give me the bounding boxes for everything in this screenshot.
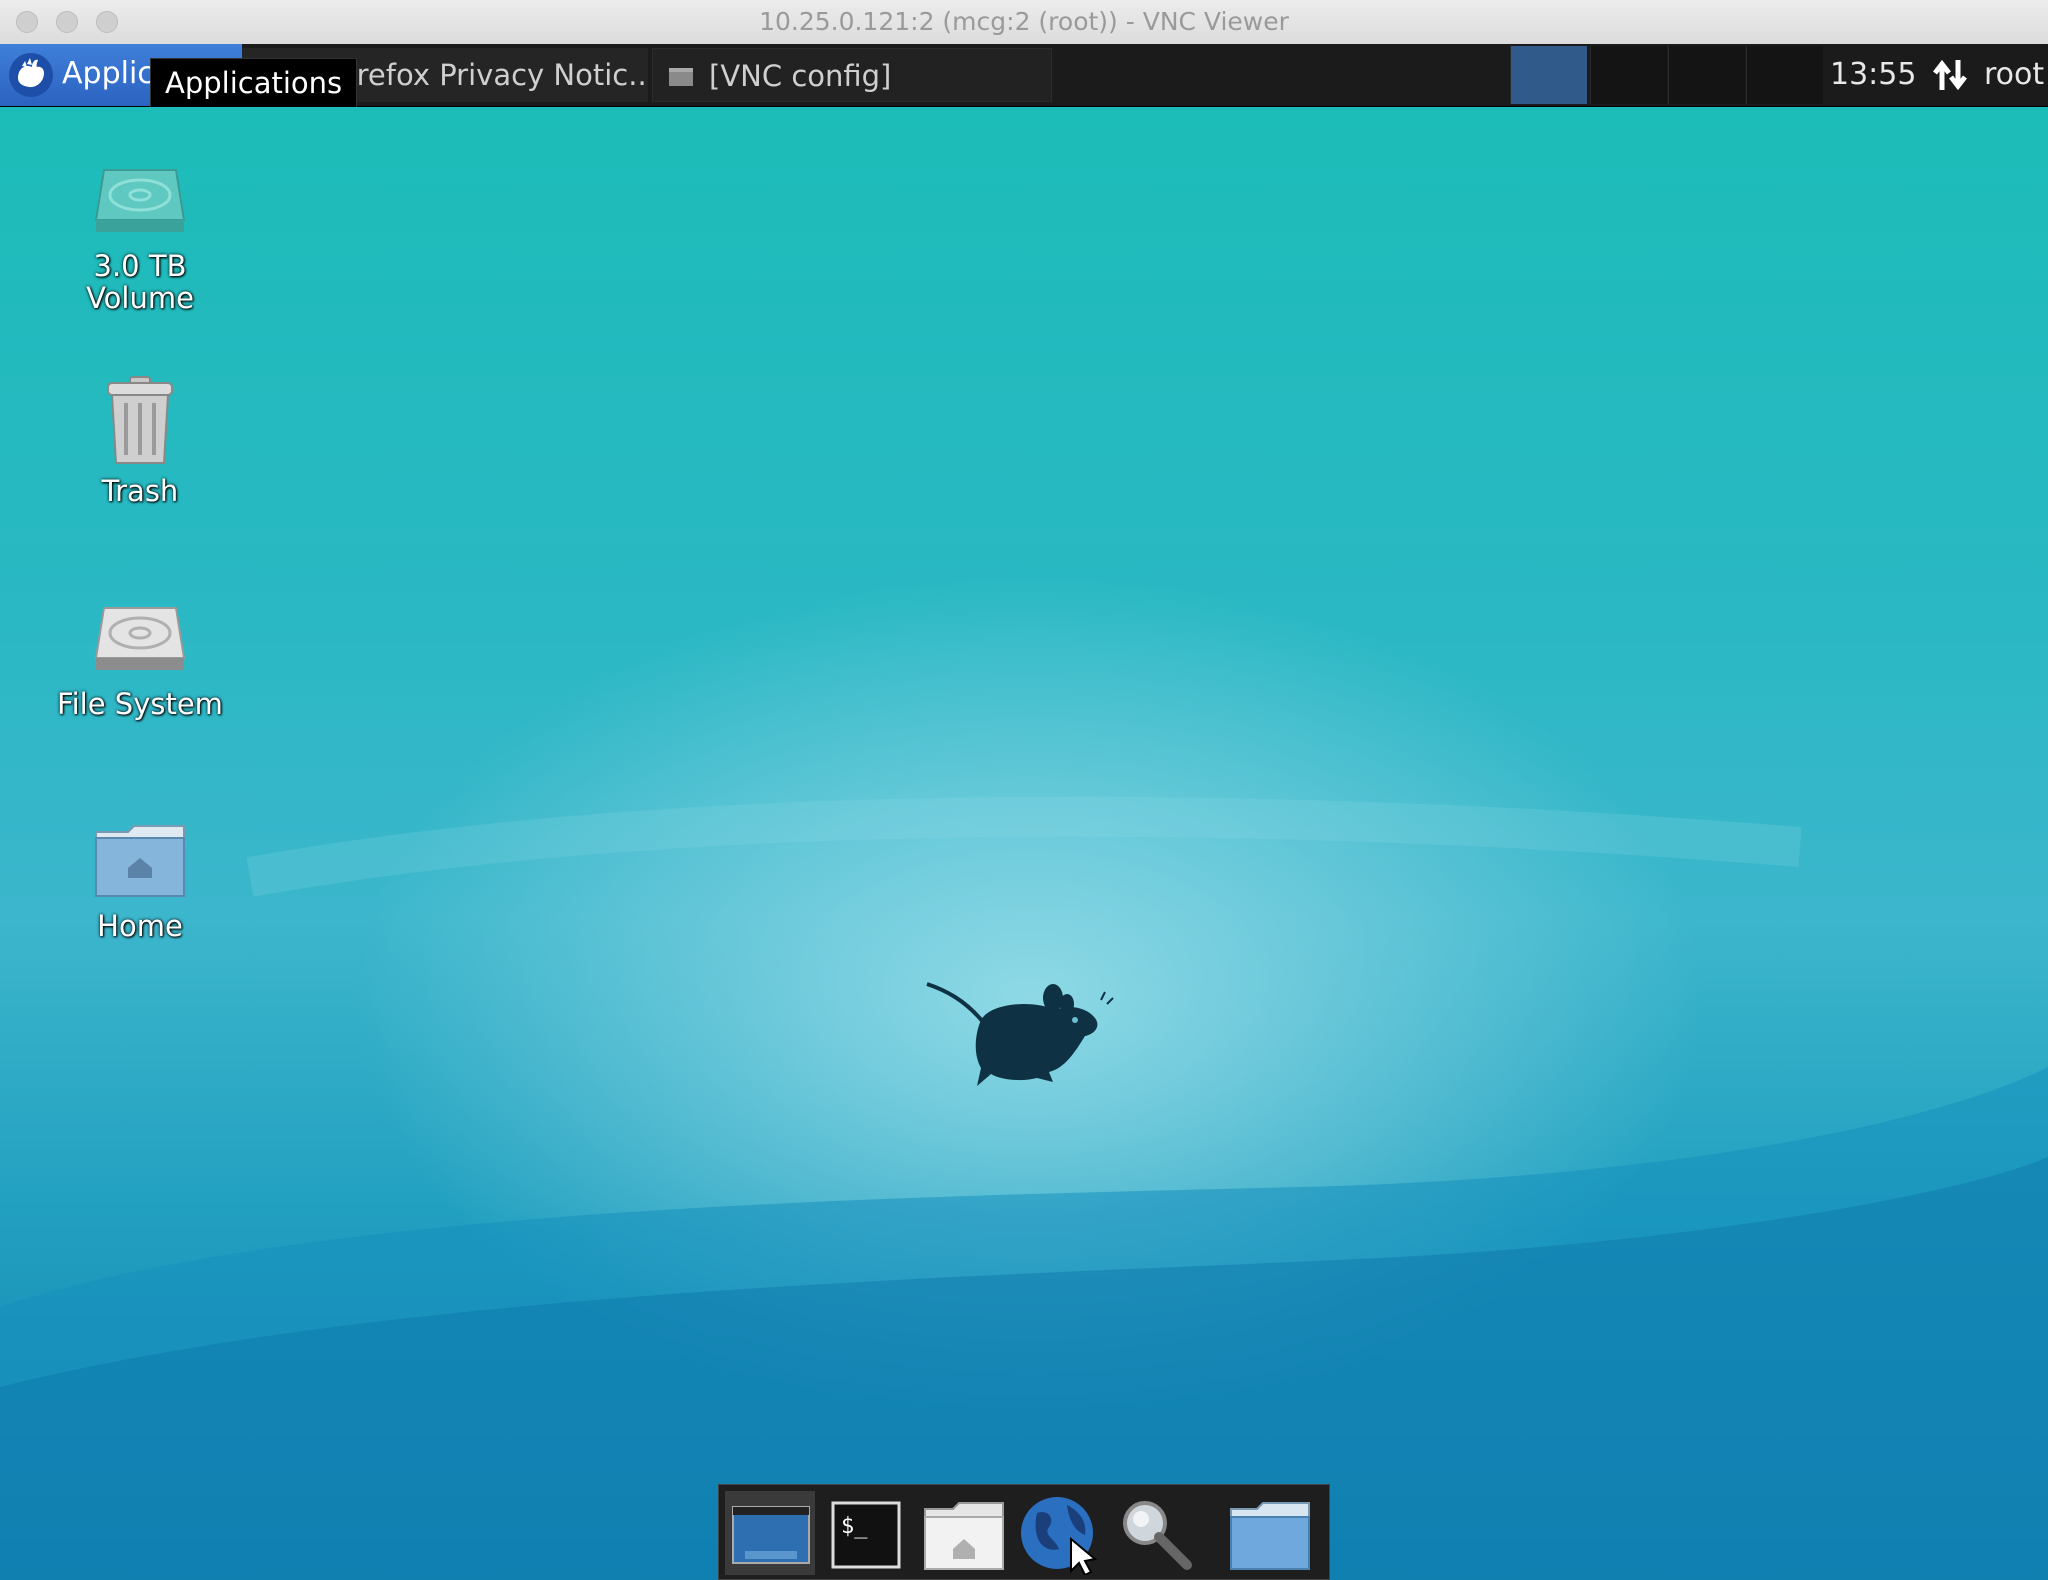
vnc-window-titlebar[interactable]: 10.25.0.121:2 (mcg:2 (root)) - VNC Viewe… (0, 0, 2048, 45)
icon-label: 3.0 TB (93, 249, 187, 283)
terminal-icon: $_ (831, 1501, 901, 1569)
dock-file-manager[interactable] (919, 1491, 1009, 1575)
dock-folder[interactable] (1225, 1491, 1315, 1575)
bottom-dock: $_ (718, 1484, 1330, 1580)
xfce-logo-icon (9, 53, 53, 97)
desktop-icon-volume[interactable]: 3.0 TB Volume (40, 162, 240, 314)
wallpaper-swoosh (0, 796, 2048, 1580)
network-transfer-icon[interactable] (1932, 56, 1968, 94)
applications-tooltip: Applications (150, 58, 358, 108)
xfce-mouse-mascot (926, 982, 1114, 1086)
svg-text:$_: $_ (841, 1514, 868, 1539)
workspace-2[interactable] (1590, 46, 1667, 104)
applications-menu-label: Applic (62, 56, 154, 91)
hard-drive-icon (94, 169, 186, 232)
panel-clock[interactable]: 13:55 (1830, 44, 1916, 106)
desktop[interactable]: 3.0 TB Volume Trash File System Home (0, 107, 2048, 1580)
window-title: 10.25.0.121:2 (mcg:2 (root)) - VNC Viewe… (759, 7, 1289, 36)
workspace-3[interactable] (1668, 46, 1745, 104)
window-icon (669, 68, 693, 86)
taskbar-item-vnc-config[interactable]: [VNC config] (652, 48, 1052, 102)
app-finder-icon (1123, 1501, 1192, 1570)
user-menu[interactable]: root (1984, 44, 2044, 106)
workspace-1[interactable] (1510, 46, 1587, 104)
home-folder-icon (95, 825, 185, 897)
icon-label: Volume (86, 281, 194, 315)
icon-label: Home (97, 909, 183, 943)
web-browser-icon (1021, 1497, 1098, 1577)
folder-icon (1230, 1502, 1310, 1570)
taskbar-item-label: [VNC config] (709, 59, 892, 93)
taskbar-item-label: Firefox Privacy Notic... (334, 58, 648, 92)
dock-show-desktop[interactable] (725, 1491, 815, 1575)
desktop-icon-trash[interactable]: Trash (40, 375, 240, 507)
file-system-icon (94, 607, 186, 670)
desktop-icon-home[interactable]: Home (40, 822, 240, 942)
trash-icon (107, 376, 173, 464)
show-desktop-icon (732, 1506, 810, 1564)
dock-web-browser[interactable] (1015, 1491, 1105, 1577)
desktop-icon-file-system[interactable]: File System (40, 600, 240, 720)
dock-terminal[interactable]: $_ (823, 1491, 913, 1575)
workspace-4[interactable] (1746, 46, 1823, 104)
dock-app-finder[interactable] (1111, 1491, 1201, 1575)
file-manager-icon (924, 1502, 1004, 1570)
icon-label: Trash (101, 474, 179, 508)
icon-label: File System (57, 687, 223, 721)
